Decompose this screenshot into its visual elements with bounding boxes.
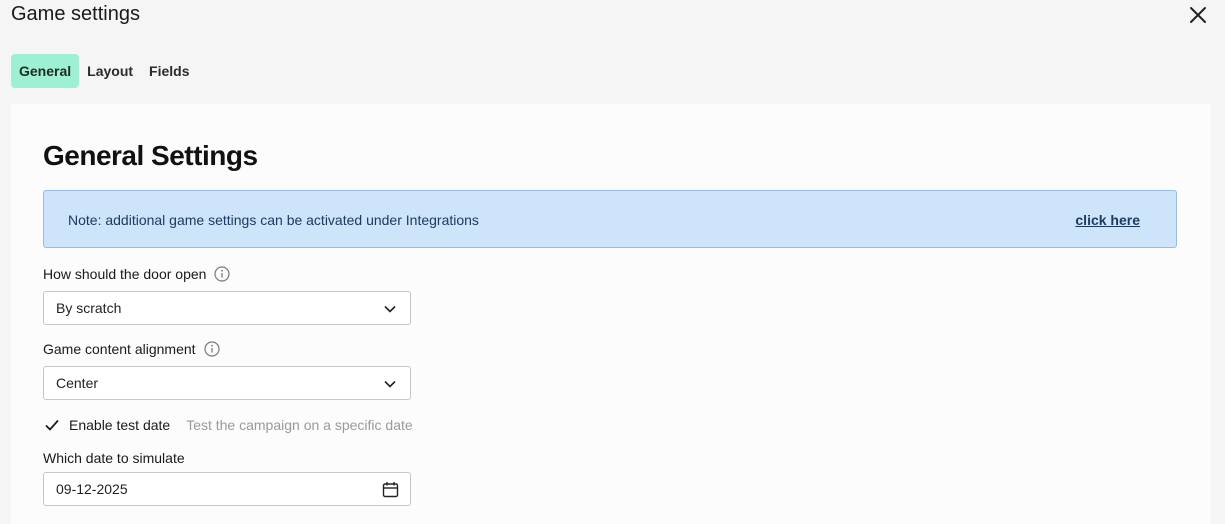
integrations-note: Note: additional game settings can be ac… <box>43 190 1177 248</box>
alignment-label: Game content alignment <box>43 341 196 357</box>
test-date-row: Enable test date Test the campaign on a … <box>43 416 413 434</box>
tab-general[interactable]: General <box>11 54 80 88</box>
door-open-label: How should the door open <box>43 266 207 282</box>
page-title: General Settings <box>43 140 258 171</box>
info-icon[interactable] <box>214 266 231 282</box>
checkmark-icon <box>45 419 59 431</box>
tab-layout[interactable]: Layout <box>79 54 141 88</box>
note-text: Note: additional game settings can be ac… <box>68 212 479 228</box>
click-here-link[interactable]: click here <box>1075 212 1140 228</box>
door-open-value: By scratch <box>56 300 122 316</box>
door-open-label-row: How should the door open <box>43 266 231 282</box>
settings-panel: General Settings Note: additional game s… <box>11 104 1211 524</box>
alignment-value: Center <box>56 375 99 391</box>
test-date-hint: Test the campaign on a specific date <box>186 417 413 433</box>
close-icon <box>1190 7 1206 23</box>
info-icon[interactable] <box>203 341 220 357</box>
simulate-date-input[interactable]: 09-12-2025 <box>43 472 411 506</box>
window-title: Game settings <box>11 3 140 25</box>
door-open-select[interactable]: By scratch <box>43 291 411 325</box>
simulate-date-label: Which date to simulate <box>43 450 185 466</box>
tab-fields[interactable]: Fields <box>141 54 197 88</box>
test-date-label: Enable test date <box>69 417 171 433</box>
chevron-down-icon <box>384 305 396 313</box>
close-button[interactable] <box>1186 3 1210 27</box>
alignment-label-row: Game content alignment <box>43 341 220 357</box>
calendar-icon[interactable] <box>382 481 399 498</box>
tab-bar: General Layout Fields <box>11 54 198 88</box>
enable-test-date-checkbox[interactable] <box>43 416 61 434</box>
simulate-date-value: 09-12-2025 <box>56 481 128 497</box>
chevron-down-icon <box>384 380 396 388</box>
alignment-select[interactable]: Center <box>43 366 411 400</box>
